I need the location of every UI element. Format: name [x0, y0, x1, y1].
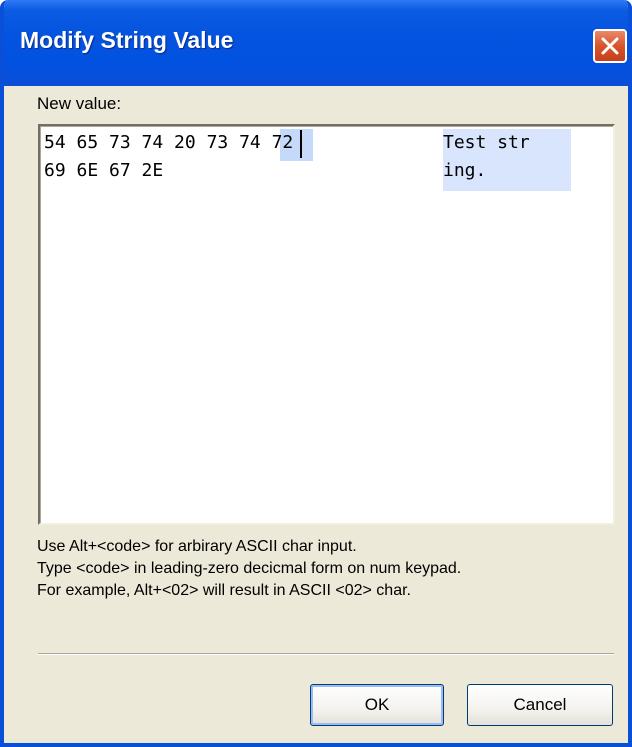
separator-highlight — [38, 654, 614, 655]
hex-line-2: 69 6E 67 2E — [44, 159, 163, 183]
help-line-1: Use Alt+<code> for arbirary ASCII char i… — [37, 538, 357, 555]
ascii-line-1: Test str — [443, 132, 530, 153]
cancel-button[interactable]: Cancel — [467, 684, 613, 726]
hex-editor[interactable]: 54 65 73 74 20 73 74 72 69 6E 67 2E Test… — [38, 124, 615, 525]
modify-string-dialog: Modify String Value New value: 54 65 73 … — [0, 0, 632, 747]
help-text: Use Alt+<code> for arbirary ASCII char i… — [37, 536, 461, 602]
ascii-line-2: ing. — [443, 160, 487, 181]
dialog-title: Modify String Value — [20, 27, 234, 53]
hex-line-1-rest: 74 72 — [228, 132, 294, 153]
dialog-body: New value: 54 65 73 74 20 73 74 72 69 6E… — [4, 86, 628, 743]
close-button[interactable] — [593, 29, 627, 63]
help-line-2: Type <code> in leading-zero decicmal for… — [37, 560, 462, 577]
ok-button[interactable]: OK — [310, 684, 444, 726]
hex-selected-byte: 73 — [206, 132, 229, 153]
hex-line-1-bytes: 54 65 73 74 20 — [44, 132, 207, 153]
help-line-3: For example, Alt+<02> will result in ASC… — [37, 582, 411, 599]
close-icon — [601, 37, 619, 55]
hex-line-2-bytes: 69 6E 67 2E — [44, 160, 164, 181]
hex-line-1: 54 65 73 74 20 73 74 72 — [44, 131, 293, 155]
text-caret — [300, 130, 302, 158]
new-value-label: New value: — [37, 94, 122, 113]
title-bar[interactable]: Modify String Value — [4, 0, 628, 86]
